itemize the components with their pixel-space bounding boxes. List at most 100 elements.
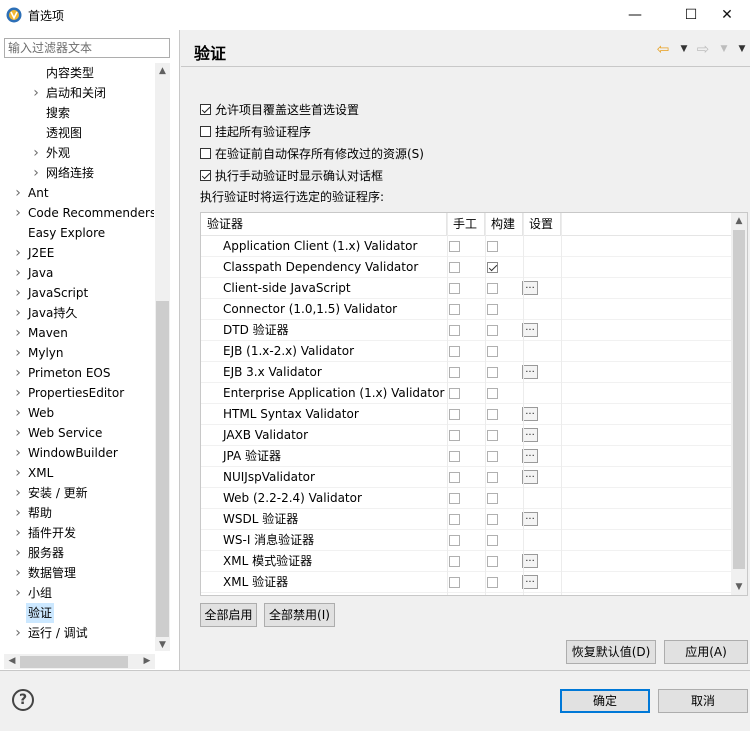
- tree-item[interactable]: 服务器: [26, 543, 66, 563]
- checkbox[interactable]: [200, 125, 211, 137]
- build-checkbox[interactable]: [487, 577, 498, 588]
- manual-checkbox[interactable]: [449, 367, 460, 378]
- settings-button[interactable]: ...: [522, 512, 538, 526]
- settings-button[interactable]: ...: [522, 449, 538, 463]
- checkbox[interactable]: [200, 169, 211, 181]
- manual-checkbox[interactable]: [449, 304, 460, 315]
- help-icon[interactable]: ?: [12, 689, 34, 711]
- tree-item[interactable]: 外观: [44, 143, 72, 163]
- table-row[interactable]: EJB (1.x-2.x) Validator: [201, 341, 732, 362]
- tree-item[interactable]: 启动和关闭: [44, 83, 108, 103]
- tree-item[interactable]: 小组: [26, 583, 54, 603]
- apply-button[interactable]: 应用(A): [664, 640, 748, 664]
- expand-chevron-icon[interactable]: ›: [12, 463, 24, 483]
- table-row[interactable]: JPA 验证器...: [201, 446, 732, 467]
- tree-item[interactable]: Maven: [26, 323, 70, 343]
- expand-chevron-icon[interactable]: ›: [12, 303, 24, 323]
- build-checkbox[interactable]: [487, 388, 498, 399]
- build-checkbox[interactable]: [487, 262, 498, 273]
- table-row[interactable]: Application Client (1.x) Validator: [201, 236, 732, 257]
- expand-chevron-icon[interactable]: ›: [30, 163, 42, 183]
- manual-checkbox[interactable]: [449, 388, 460, 399]
- manual-checkbox[interactable]: [449, 577, 460, 588]
- tree-item[interactable]: 搜索: [44, 103, 72, 123]
- forward-dropdown-icon[interactable]: ▼: [715, 40, 733, 58]
- option-checkbox-row[interactable]: 执行手动验证时显示确认对话框: [200, 166, 383, 184]
- manual-checkbox[interactable]: [449, 241, 460, 252]
- expand-chevron-icon[interactable]: ›: [12, 563, 24, 583]
- build-checkbox[interactable]: [487, 556, 498, 567]
- tree-item[interactable]: 网络连接: [44, 163, 96, 183]
- settings-button[interactable]: ...: [522, 470, 538, 484]
- tree-item[interactable]: Web Service: [26, 423, 104, 443]
- tree-item[interactable]: 安装 / 更新: [26, 483, 90, 503]
- option-checkbox-row[interactable]: 挂起所有验证程序: [200, 122, 311, 140]
- settings-button[interactable]: ...: [522, 281, 538, 295]
- table-row[interactable]: WS-I 消息验证器: [201, 530, 732, 551]
- tree-item[interactable]: Easy Explore: [26, 223, 107, 243]
- manual-checkbox[interactable]: [449, 325, 460, 336]
- column-header-build[interactable]: 构建: [485, 213, 523, 235]
- enable-all-button[interactable]: 全部启用: [200, 603, 257, 627]
- build-checkbox[interactable]: [487, 472, 498, 483]
- build-checkbox[interactable]: [487, 325, 498, 336]
- tree-item[interactable]: WindowBuilder: [26, 443, 120, 463]
- scroll-down-arrow-icon[interactable]: ▼: [155, 637, 170, 653]
- table-scroll-down-icon[interactable]: ▼: [731, 579, 747, 595]
- manual-checkbox[interactable]: [449, 346, 460, 357]
- build-checkbox[interactable]: [487, 283, 498, 294]
- manual-checkbox[interactable]: [449, 409, 460, 420]
- cancel-button[interactable]: 取消: [658, 689, 748, 713]
- tree-hscroll-thumb[interactable]: [20, 656, 128, 668]
- manual-checkbox[interactable]: [449, 430, 460, 441]
- tree-item[interactable]: Java: [26, 263, 55, 283]
- expand-chevron-icon[interactable]: ›: [12, 503, 24, 523]
- build-checkbox[interactable]: [487, 493, 498, 504]
- build-checkbox[interactable]: [487, 514, 498, 525]
- tree-item[interactable]: 内容类型: [44, 63, 96, 83]
- build-checkbox[interactable]: [487, 409, 498, 420]
- expand-chevron-icon[interactable]: ›: [12, 523, 24, 543]
- back-arrow-icon[interactable]: ⇦: [654, 40, 672, 58]
- tree-item[interactable]: JavaScript: [26, 283, 90, 303]
- build-checkbox[interactable]: [487, 430, 498, 441]
- view-menu-icon[interactable]: ▼: [733, 40, 750, 58]
- manual-checkbox[interactable]: [449, 472, 460, 483]
- expand-chevron-icon[interactable]: ›: [30, 83, 42, 103]
- tree-item[interactable]: 运行 / 调试: [26, 623, 90, 643]
- tree-item[interactable]: 帮助: [26, 503, 54, 523]
- tree-item[interactable]: Mylyn: [26, 343, 66, 363]
- expand-chevron-icon[interactable]: ›: [30, 143, 42, 163]
- manual-checkbox[interactable]: [449, 535, 460, 546]
- scroll-right-arrow-icon[interactable]: ▶: [139, 654, 155, 669]
- expand-chevron-icon[interactable]: ›: [12, 403, 24, 423]
- table-row[interactable]: WSDL 验证器...: [201, 509, 732, 530]
- column-header-manual[interactable]: 手工: [447, 213, 485, 235]
- table-scroll-up-icon[interactable]: ▲: [731, 213, 747, 229]
- expand-chevron-icon[interactable]: ›: [12, 483, 24, 503]
- tree-item[interactable]: Code Recommenders: [26, 203, 154, 223]
- minimize-button[interactable]: —: [612, 0, 658, 30]
- table-row[interactable]: Classpath Dependency Validator: [201, 257, 732, 278]
- expand-chevron-icon[interactable]: ›: [12, 423, 24, 443]
- manual-checkbox[interactable]: [449, 451, 460, 462]
- expand-chevron-icon[interactable]: ›: [12, 343, 24, 363]
- table-row[interactable]: DTD 验证器...: [201, 320, 732, 341]
- settings-button[interactable]: ...: [522, 365, 538, 379]
- expand-chevron-icon[interactable]: ›: [12, 243, 24, 263]
- back-dropdown-icon[interactable]: ▼: [675, 40, 693, 58]
- manual-checkbox[interactable]: [449, 262, 460, 273]
- tree-item[interactable]: Java持久: [26, 303, 79, 323]
- forward-arrow-icon[interactable]: ⇨: [694, 40, 712, 58]
- table-row[interactable]: Client-side JavaScript...: [201, 278, 732, 299]
- manual-checkbox[interactable]: [449, 514, 460, 525]
- option-checkbox-row[interactable]: 在验证前自动保存所有修改过的资源(S): [200, 144, 424, 162]
- settings-button[interactable]: ...: [522, 554, 538, 568]
- disable-all-button[interactable]: 全部禁用(I): [264, 603, 335, 627]
- settings-button[interactable]: ...: [522, 575, 538, 589]
- settings-button[interactable]: ...: [522, 407, 538, 421]
- checkbox[interactable]: [200, 103, 211, 115]
- expand-chevron-icon[interactable]: ›: [12, 183, 24, 203]
- column-header-settings[interactable]: 设置: [523, 213, 561, 235]
- table-row[interactable]: XML 验证器...: [201, 572, 732, 593]
